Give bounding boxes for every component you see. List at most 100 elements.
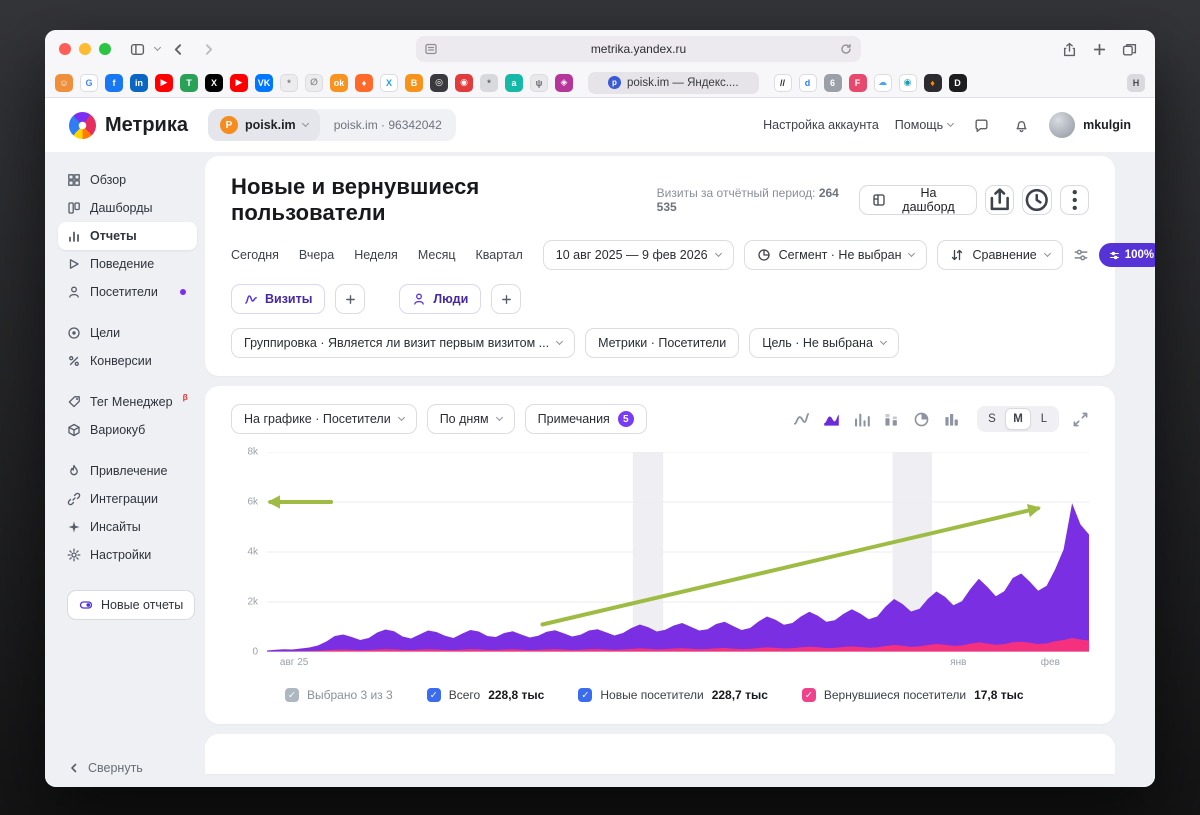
export-button[interactable] [984,185,1015,215]
new-tab-button[interactable] [1087,38,1111,60]
bookmark-icon[interactable]: ☁ [873,73,892,92]
more-button[interactable] [1059,185,1090,215]
bookmark-icon[interactable]: B [405,73,423,92]
sliders-icon[interactable] [1073,247,1089,263]
counter-dropdown[interactable]: P poisk.im [207,109,320,141]
bookmark-icon[interactable]: ◉ [455,73,473,92]
bookmark-icon[interactable]: ▶ [155,73,173,92]
zoom-window-button[interactable] [99,43,111,55]
notes-dropdown[interactable]: Примечания 5 [524,404,647,434]
sidebar-item-visitors[interactable]: Посетители [58,278,197,306]
help-menu[interactable]: Помощь [895,118,955,132]
legend-item-selected[interactable]: ✓ Выбрано 3 из 3 [285,688,393,702]
add-people-metric-button[interactable] [491,284,522,314]
forward-button[interactable] [196,38,220,60]
sidebar-item-conversions[interactable]: Конверсии [58,347,197,375]
new-reports-button[interactable]: Новые отчеты [67,590,196,620]
sidebar-item-tag-manager[interactable]: Тег Менеджер β [58,388,197,416]
bookmark-icon[interactable]: // [773,73,792,92]
legend-item-returning-visitors[interactable]: ✓ Вернувшиеся посетители 17,8 тыс [801,688,1024,702]
chevron-down-icon[interactable] [153,43,162,52]
line-chart-icon[interactable] [793,411,810,428]
bookmark-icon[interactable]: ▶ [230,73,248,92]
bookmark-icon[interactable]: X [205,73,223,92]
sidebar-item-acquisition[interactable]: Привлечение [58,457,197,485]
chart-size-l-button[interactable]: L [1031,408,1057,430]
chart-size-s-button[interactable]: S [979,408,1005,430]
bookmark-icon[interactable]: * [280,73,298,92]
sidebar-item-variocube[interactable]: Вариокуб [58,416,197,444]
grouping-dropdown[interactable]: Группировка · Является ли визит первым в… [231,328,576,358]
sidebar-item-settings[interactable]: Настройки [58,541,197,569]
sidebar-item-integrations[interactable]: Интеграции [58,485,197,513]
add-visits-metric-button[interactable] [335,284,366,314]
history-button[interactable] [1022,185,1052,215]
counter-selector[interactable]: P poisk.im poisk.im · 96342042 [207,109,456,141]
bookmark-icon[interactable]: ok [330,73,348,92]
bookmark-icon[interactable]: D [948,73,967,92]
page-settings-icon[interactable] [424,42,438,56]
refresh-icon[interactable] [839,42,853,56]
chart-plot[interactable] [267,452,1089,652]
bookmark-icon[interactable]: ◎ [430,73,448,92]
period-week-button[interactable]: Неделя [354,248,398,262]
sidebar-item-insights[interactable]: Инсайты [58,513,197,541]
sidebar-item-goals[interactable]: Цели [58,319,197,347]
bookmark-icon[interactable]: ◉ [898,73,917,92]
period-month-button[interactable]: Месяц [418,248,456,262]
segment-picker[interactable]: Сегмент · Не выбран [743,240,928,270]
legend-item-new-visitors[interactable]: ✓ Новые посетители 228,7 тыс [578,688,768,702]
bookmark-icon[interactable]: ◈ [555,73,573,92]
checkbox-icon[interactable]: ✓ [801,688,816,702]
checkbox-icon[interactable]: ✓ [426,688,441,702]
share-button[interactable] [1057,38,1081,60]
bookmark-icon[interactable]: H [1127,73,1145,92]
bookmark-icon[interactable]: F [848,73,867,92]
account-settings-link[interactable]: Настройка аккаунта [763,118,879,132]
notifications-icon[interactable] [1009,114,1033,136]
checkbox-icon[interactable]: ✓ [578,688,593,702]
bookmark-icon[interactable]: ∅ [305,73,323,92]
bookmark-icon[interactable]: VK [255,73,273,92]
area-chart-icon[interactable] [823,411,840,428]
sidebar-item-overview[interactable]: Обзор [58,166,197,194]
bookmark-icon[interactable]: * [480,73,498,92]
address-bar[interactable]: metrika.yandex.ru [416,36,861,62]
back-button[interactable] [166,38,190,60]
bookmark-icon[interactable]: a [505,73,523,92]
bookmark-icon[interactable]: f [105,73,123,92]
avatar[interactable] [1049,112,1076,138]
period-today-button[interactable]: Сегодня [231,248,279,262]
pie-chart-icon[interactable] [913,411,930,428]
minimize-window-button[interactable] [79,43,91,55]
sidebar-toggle-button[interactable] [125,38,149,60]
bookmark-icon[interactable]: 6 [823,73,842,92]
bookmark-icon[interactable]: ψ [530,73,548,92]
sidebar-item-dashboards[interactable]: Дашборды [58,194,197,222]
expand-chart-icon[interactable] [1072,411,1089,428]
checkbox-icon[interactable]: ✓ [285,688,299,702]
chart-size-m-button[interactable]: M [1005,408,1031,430]
bookmark-icon[interactable]: G [80,73,98,92]
on-chart-dropdown[interactable]: На графике · Посетители [231,404,417,434]
bookmark-icon[interactable]: ☺ [55,73,73,92]
bookmark-icon[interactable]: X [380,73,398,92]
bookmark-icon[interactable]: d [798,73,817,92]
bookmark-icon[interactable]: T [180,73,198,92]
bookmark-icon[interactable]: ♦ [923,73,942,92]
tab-overview-button[interactable] [1117,38,1141,60]
visitors-area-chart[interactable] [267,452,1089,652]
period-quarter-button[interactable]: Квартал [476,248,523,262]
goal-dropdown[interactable]: Цель · Не выбрана [749,328,899,358]
active-tab[interactable]: p poisk.im — Яндекс.... [588,71,759,94]
chat-icon[interactable] [969,114,993,136]
username[interactable]: mkulgin [1083,118,1131,132]
legend-item-total[interactable]: ✓ Всего 228,8 тыс [426,688,544,702]
granularity-dropdown[interactable]: По дням [426,404,515,434]
column-chart-icon[interactable] [943,411,960,428]
visits-chip[interactable]: Визиты [231,284,326,314]
compare-picker[interactable]: Сравнение [937,240,1063,270]
bar-chart-icon[interactable] [853,411,870,428]
bookmark-icon[interactable]: ♦ [355,73,373,92]
collapse-sidebar-button[interactable]: Свернуть [67,761,197,775]
